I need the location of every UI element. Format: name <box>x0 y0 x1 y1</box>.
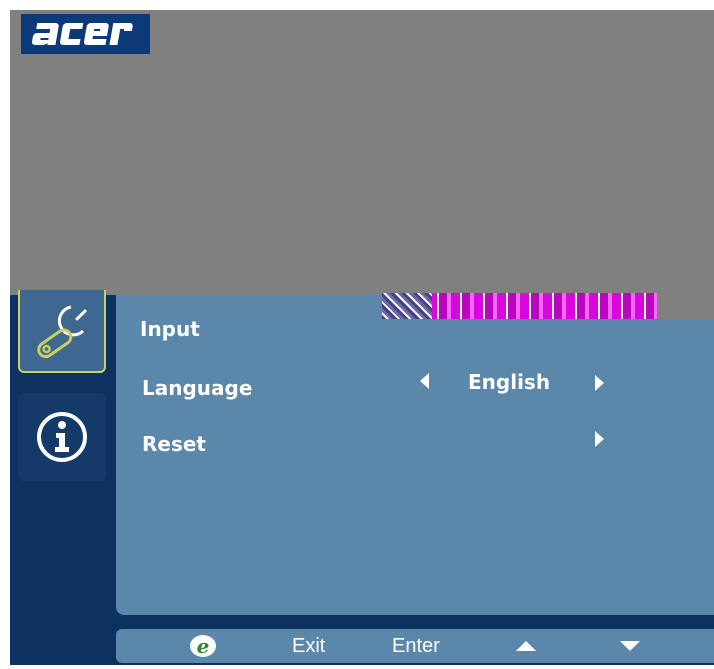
down-button[interactable] <box>620 629 640 663</box>
up-button[interactable] <box>516 629 536 663</box>
monitor-osd: acer Input Language English Reset <box>10 10 714 665</box>
exit-button[interactable]: Exit <box>292 629 325 663</box>
e-key-button[interactable]: e <box>188 629 218 663</box>
menu-item-input[interactable]: Input <box>140 317 200 341</box>
acer-e-key-icon: e <box>190 634 216 658</box>
down-arrow-icon <box>620 641 640 651</box>
reset-arrow-icon[interactable] <box>595 431 604 447</box>
wrench-settings-icon <box>37 305 87 358</box>
acer-logo: acer <box>21 14 150 54</box>
acer-logo-mark <box>31 23 133 45</box>
language-prev-arrow-icon[interactable] <box>420 373 429 389</box>
gray-overlay-corner <box>656 295 714 320</box>
language-value: English <box>468 370 551 394</box>
svg-text:e: e <box>197 634 210 658</box>
menu-item-reset[interactable]: Reset <box>142 432 206 456</box>
enter-button[interactable]: Enter <box>392 629 440 663</box>
sidebar-item-information[interactable] <box>18 393 106 481</box>
gray-overlay-band: acer <box>10 10 714 295</box>
up-arrow-icon <box>516 641 536 651</box>
info-icon <box>37 412 87 462</box>
footer-key-bar: e Exit Enter <box>116 629 714 663</box>
menu-item-language[interactable]: Language <box>142 376 252 400</box>
glitch-artifact <box>382 293 657 319</box>
language-next-arrow-icon[interactable] <box>595 375 604 391</box>
menu-panel: Input Language English Reset <box>116 293 714 615</box>
sidebar-item-settings[interactable] <box>18 290 106 373</box>
